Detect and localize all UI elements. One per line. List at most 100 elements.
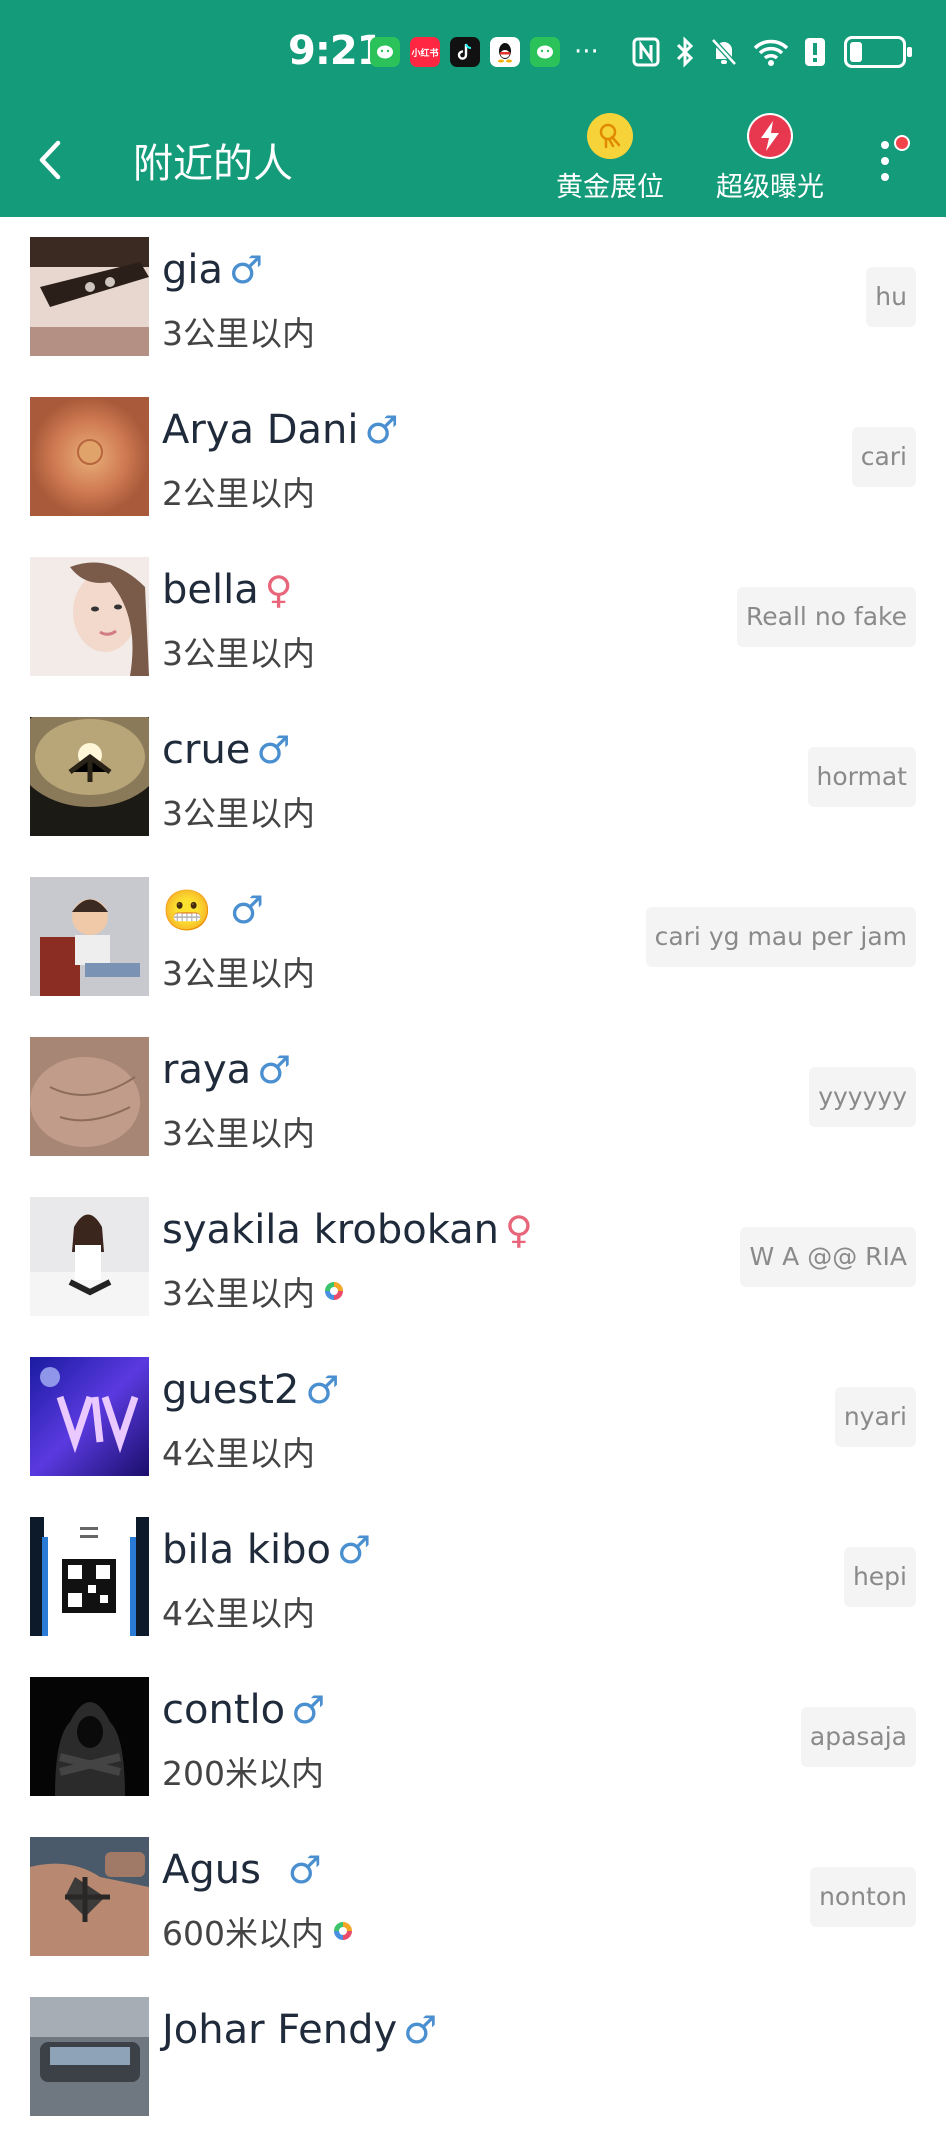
gold-booth-icon [587,113,633,159]
status-chip: W A @@ RIA [740,1227,916,1287]
status-chip: hu [866,267,916,327]
wechat-icon-2 [530,37,560,67]
avatar[interactable] [30,1997,149,2116]
alert-icon [805,38,825,66]
user-name: Arya Dani [162,407,359,453]
male-icon: ♂ [336,1528,372,1572]
male-icon: ♂ [364,408,399,452]
notification-dot [894,135,910,151]
user-row[interactable]: crue ♂ 3公里以内 hormat [0,697,946,857]
user-row[interactable]: 😬 ♂ 3公里以内 cari yg mau per jam [0,857,946,1017]
notification-icons: 小红书 ··· [370,32,599,72]
user-distance: 2公里以内 [162,474,315,513]
user-row[interactable]: raya ♂ 3公里以内 yyyyyy [0,1017,946,1177]
status-chip: nyari [834,1387,916,1447]
name-line: bella ♀ [162,564,293,616]
user-row[interactable]: contlo ♂ 200米以内 apasaja [0,1657,946,1817]
status-chip: cari yg mau per jam [645,907,916,967]
name-line: 😬 ♂ [162,884,264,936]
avatar[interactable] [30,1037,149,1156]
distance-line: 3公里以内 [162,1109,315,1153]
user-name: contlo [162,1687,286,1733]
distance-line: 4公里以内 [162,1429,315,1473]
super-exposure-label: 超级曝光 [716,172,824,203]
distance-line: 4公里以内 [162,1589,315,1633]
user-row[interactable]: Agus ♂ 600米以内 nonton [0,1817,946,1977]
status-bar: 9:21 小红书 ··· [0,0,946,105]
user-row[interactable]: guest2 ♂ 4公里以内 nyari [0,1337,946,1497]
user-row[interactable]: bila kibo ♂ 4公里以内 hepi [0,1497,946,1657]
more-notifications-icon: ··· [574,37,599,67]
name-line: Agus ♂ [162,1844,322,1896]
user-row[interactable]: gia ♂ 3公里以内 hu [0,217,946,377]
user-distance: 3公里以内 [162,314,315,353]
user-distance: 3公里以内 [162,954,315,993]
distance-line: 2公里以内 [162,469,315,513]
name-line: syakila krobokan ♀ [162,1204,533,1256]
avatar[interactable] [30,1517,149,1636]
user-name: Agus [162,1847,274,1893]
status-chip: yyyyyy [809,1067,916,1127]
male-icon: ♂ [256,728,291,772]
name-line: raya ♂ [162,1044,291,1096]
more-menu-icon[interactable] [868,131,910,191]
avatar[interactable] [30,557,149,676]
distance-line: 200米以内 [162,1749,324,1793]
user-name: guest2 [162,1367,300,1413]
name-line: contlo ♂ [162,1684,325,1736]
name-line: Johar Fendy ♂ [162,2004,437,2056]
status-chip: Reall no fake [737,587,916,647]
back-arrow-icon[interactable] [28,135,72,185]
nfc-icon [632,37,660,67]
male-icon: ♂ [229,248,264,292]
status-chip: apasaja [800,1707,916,1767]
user-distance: 4公里以内 [162,1594,315,1633]
user-distance: 3公里以内 [162,1274,315,1313]
user-name: raya [162,1047,252,1093]
status-chip: hormat [807,747,916,807]
female-icon: ♀ [505,1208,533,1252]
user-name: syakila krobokan [162,1207,500,1253]
app-bar: 附近的人 黄金展位 超级曝光 [0,105,946,217]
verified-ring-icon [334,1922,352,1940]
qq-icon [490,37,520,67]
user-distance: 600米以内 [162,1914,324,1953]
male-icon: ♂ [287,1848,322,1892]
name-line: gia ♂ [162,244,263,296]
avatar[interactable] [30,1197,149,1316]
avatar[interactable] [30,397,149,516]
avatar[interactable] [30,877,149,996]
user-row[interactable]: bella ♀ 3公里以内 Reall no fake [0,537,946,697]
male-icon: ♂ [291,1688,326,1732]
user-row[interactable]: syakila krobokan ♀ 3公里以内 W A @@ RIA [0,1177,946,1337]
user-distance: 4公里以内 [162,1434,315,1473]
distance-line: 3公里以内 [162,1269,343,1313]
user-distance: 3公里以内 [162,1114,315,1153]
user-name: crue [162,727,251,773]
user-distance: 200米以内 [162,1754,324,1793]
male-icon: ♂ [257,1048,292,1092]
name-line: guest2 ♂ [162,1364,339,1416]
user-name: 😬 [162,887,212,934]
avatar[interactable] [30,1677,149,1796]
distance-line: 3公里以内 [162,309,315,353]
wifi-icon [753,39,789,66]
page-title: 附近的人 [133,141,293,187]
name-line: bila kibo ♂ [162,1524,371,1576]
avatar[interactable] [30,717,149,836]
wechat-icon [370,37,400,67]
avatar[interactable] [30,1357,149,1476]
male-icon: ♂ [403,2008,438,2052]
avatar[interactable] [30,1837,149,1956]
avatar[interactable] [30,237,149,356]
super-exposure-button[interactable]: 超级曝光 [705,113,835,213]
user-name: Johar Fendy [162,2007,398,2053]
gold-booth-button[interactable]: 黄金展位 [545,113,675,213]
status-chip: cari [851,427,916,487]
distance-line: 3公里以内 [162,949,315,993]
user-name: bila kibo [162,1527,331,1573]
user-row[interactable]: Johar Fendy ♂ [0,1977,946,2137]
status-chip: nonton [810,1867,916,1927]
nearby-people-list: gia ♂ 3公里以内 hu Arya Dani ♂ 2公里以内 cari be… [0,217,946,2137]
user-row[interactable]: Arya Dani ♂ 2公里以内 cari [0,377,946,537]
